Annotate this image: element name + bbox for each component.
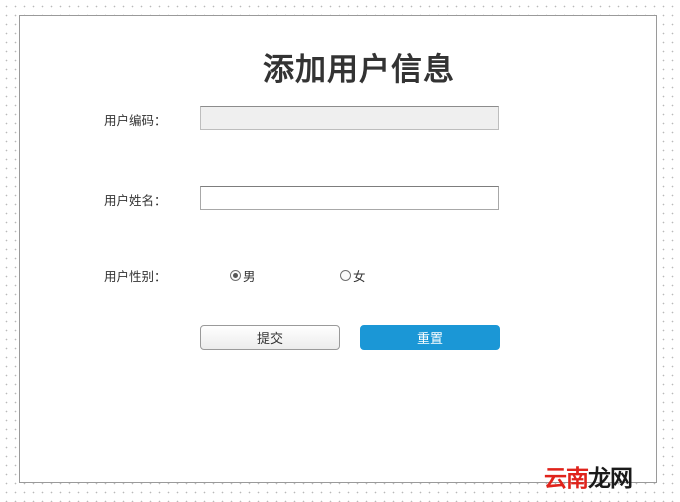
radio-unchecked-icon[interactable]: [340, 270, 351, 281]
user-code-label: 用户编码：: [104, 113, 167, 128]
watermark-text-red: 云南: [544, 465, 589, 492]
gender-option-label: 男: [243, 269, 256, 284]
radio-checked-icon[interactable]: [230, 270, 241, 281]
user-name-input[interactable]: [200, 186, 499, 210]
submit-button[interactable]: 提交: [200, 325, 340, 350]
gender-radio-female[interactable]: 女: [340, 266, 366, 285]
gender-radio-male[interactable]: 男: [230, 266, 256, 285]
user-code-input[interactable]: [200, 106, 499, 130]
gender-label: 用户性别：: [104, 269, 167, 284]
gender-option-label: 女: [353, 269, 366, 284]
form-panel: 添加用户信息 用户编码： 用户姓名： 用户性别： 男 女 提交 重置: [19, 15, 657, 483]
watermark-logo: 云南龙网: [544, 459, 633, 493]
reset-button[interactable]: 重置: [360, 325, 500, 350]
watermark-text-black: 龙网: [588, 465, 633, 492]
page-title: 添加用户信息: [263, 52, 455, 88]
user-name-label: 用户姓名：: [104, 193, 167, 208]
